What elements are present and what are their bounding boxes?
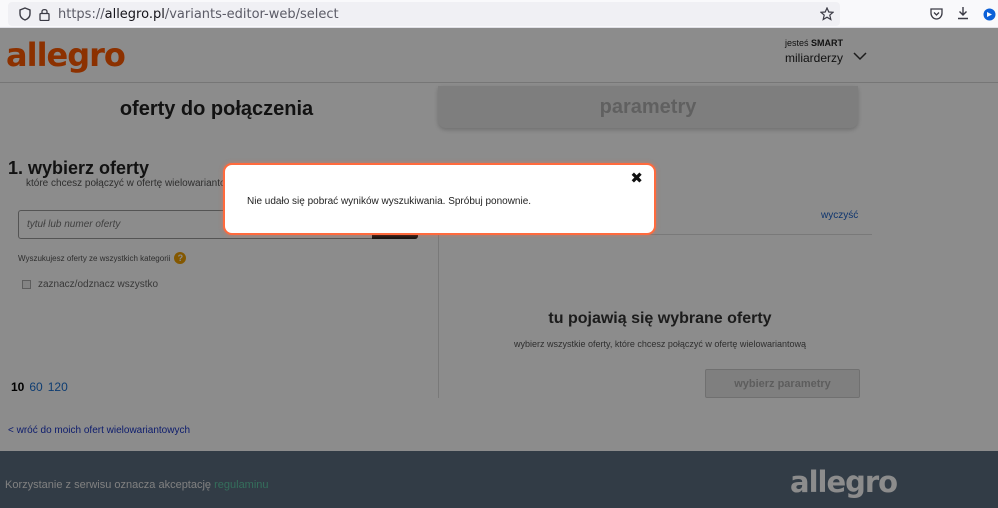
browser-toolbar: https://allegro.pl/variants-editor-web/s… [0, 0, 998, 28]
download-icon[interactable] [956, 6, 970, 20]
shield-icon[interactable] [18, 7, 32, 21]
lock-icon[interactable] [38, 7, 50, 21]
close-icon[interactable]: ✖ [630, 169, 643, 187]
url-text[interactable]: https://allegro.pl/variants-editor-web/s… [58, 7, 339, 22]
url-bar[interactable]: https://allegro.pl/variants-editor-web/s… [8, 2, 840, 26]
error-message: Nie udało się pobrać wyników wyszukiwani… [247, 196, 532, 207]
error-dialog: ✖ Nie udało się pobrać wyników wyszukiwa… [223, 163, 656, 235]
pocket-icon[interactable] [929, 7, 943, 21]
extension-icon[interactable] [982, 7, 996, 21]
modal-overlay[interactable] [0, 28, 998, 508]
bookmark-star-icon[interactable] [820, 7, 834, 21]
